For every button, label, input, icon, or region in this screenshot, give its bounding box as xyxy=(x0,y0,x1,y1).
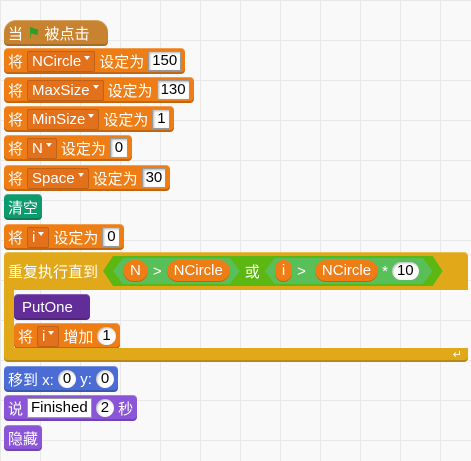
variable-dropdown-i[interactable]: i xyxy=(27,226,50,248)
set-to-label: 设定为 xyxy=(103,111,149,129)
variable-dropdown-space[interactable]: Space xyxy=(27,167,89,189)
set-maxsize-block[interactable]: 将 MaxSize 设定为 130 xyxy=(4,77,194,103)
condition-i-gt-product[interactable]: i > NCircle * 10 xyxy=(265,258,433,284)
set-to-label: 设定为 xyxy=(107,82,153,100)
variable-dropdown-minsize[interactable]: MinSize xyxy=(27,108,100,130)
repeat-until-arm xyxy=(4,290,14,348)
dropdown-arrow-icon xyxy=(48,330,55,335)
goto-label: 移到 x: xyxy=(8,371,54,389)
condition-n-gt-ncircle[interactable]: N > NCircle xyxy=(113,258,240,284)
variable-reporter-i[interactable]: i xyxy=(275,260,292,282)
clear-block[interactable]: 清空 xyxy=(4,194,43,220)
secs-input[interactable]: 2 xyxy=(95,399,115,417)
hide-label: 隐藏 xyxy=(8,430,39,448)
loop-arrow-icon: ↵ xyxy=(452,349,462,361)
set-n-block[interactable]: 将 N 设定为 0 xyxy=(4,135,132,161)
say-label: 说 xyxy=(8,400,24,418)
variable-dropdown-ncircle[interactable]: NCircle xyxy=(27,50,96,72)
set-prefix: 将 xyxy=(8,140,24,158)
set-to-label: 设定为 xyxy=(92,170,138,188)
change-value-input[interactable]: 1 xyxy=(97,327,116,345)
dropdown-arrow-icon xyxy=(84,55,91,60)
putone-label: PutOne xyxy=(22,298,73,316)
value-input[interactable]: 130 xyxy=(156,80,190,100)
say-text-input[interactable]: Finished xyxy=(27,398,92,418)
putone-block[interactable]: PutOne xyxy=(14,294,90,320)
hat-when-label: 当 xyxy=(8,25,24,43)
y-input[interactable]: 0 xyxy=(95,370,115,388)
value-input[interactable]: 150 xyxy=(148,51,182,71)
set-to-label: 设定为 xyxy=(53,229,99,247)
dropdown-arrow-icon xyxy=(45,142,52,147)
set-minsize-block[interactable]: 将 MinSize 设定为 1 xyxy=(4,106,175,132)
set-prefix: 将 xyxy=(8,82,24,100)
set-i-block[interactable]: 将 i 设定为 0 xyxy=(4,224,125,250)
variable-reporter-ncircle[interactable]: NCircle xyxy=(315,260,378,282)
change-i-block[interactable]: 将 i 增加 1 xyxy=(14,323,120,349)
variable-dropdown-maxsize[interactable]: MaxSize xyxy=(27,79,104,101)
variable-dropdown-i[interactable]: i xyxy=(37,325,60,347)
dropdown-arrow-icon xyxy=(88,113,95,118)
dropdown-arrow-icon xyxy=(38,231,45,236)
or-label: 或 xyxy=(244,263,260,281)
hat-clicked-label: 被点击 xyxy=(44,25,90,43)
greater-than-symbol: > xyxy=(297,262,306,280)
repeat-until-label: 重复执行直到 xyxy=(8,263,99,281)
set-to-label: 设定为 xyxy=(60,140,106,158)
set-prefix: 将 xyxy=(8,170,24,188)
y-label: y: xyxy=(80,370,92,388)
set-to-label: 设定为 xyxy=(99,53,145,71)
secs-unit-label: 秒 xyxy=(118,400,134,418)
hide-block[interactable]: 隐藏 xyxy=(4,425,43,451)
set-prefix: 将 xyxy=(8,53,24,71)
value-input[interactable]: 0 xyxy=(102,227,121,247)
repeat-until-header[interactable]: 重复执行直到 N > NCircle 或 i > NCircle * 10 xyxy=(4,252,468,290)
say-for-secs-block[interactable]: 说 Finished 2 秒 xyxy=(4,395,138,421)
multiply-operator[interactable]: NCircle * 10 xyxy=(311,258,423,284)
clear-label: 清空 xyxy=(8,199,39,217)
value-input[interactable]: 0 xyxy=(109,138,128,158)
change-prefix: 将 xyxy=(18,328,34,346)
repeat-until-footer: ↵ xyxy=(4,348,468,362)
dropdown-arrow-icon xyxy=(92,84,99,89)
when-flag-clicked-block[interactable]: 当 ⚑ 被点击 xyxy=(4,20,108,46)
set-prefix: 将 xyxy=(8,229,24,247)
set-prefix: 将 xyxy=(8,111,24,129)
dropdown-arrow-icon xyxy=(77,172,84,177)
variable-reporter-ncircle[interactable]: NCircle xyxy=(167,260,230,282)
factor-input[interactable]: 10 xyxy=(392,262,419,280)
set-space-block[interactable]: 将 Space 设定为 30 xyxy=(4,165,171,191)
repeat-until-block[interactable]: 重复执行直到 N > NCircle 或 i > NCircle * 10 Pu… xyxy=(4,252,468,364)
value-input[interactable]: 30 xyxy=(141,168,167,188)
variable-reporter-n[interactable]: N xyxy=(123,260,148,282)
goto-xy-block[interactable]: 移到 x: 0 y: 0 xyxy=(4,366,119,392)
multiply-symbol: * xyxy=(382,262,388,280)
or-condition[interactable]: N > NCircle 或 i > NCircle * 10 xyxy=(103,256,443,286)
green-flag-icon: ⚑ xyxy=(27,25,41,42)
value-input[interactable]: 1 xyxy=(152,109,171,129)
variable-dropdown-n[interactable]: N xyxy=(27,137,57,159)
x-input[interactable]: 0 xyxy=(57,370,77,388)
set-ncircle-block[interactable]: 将 NCircle 设定为 150 xyxy=(4,48,186,74)
greater-than-symbol: > xyxy=(152,262,162,280)
change-by-label: 增加 xyxy=(63,328,94,346)
